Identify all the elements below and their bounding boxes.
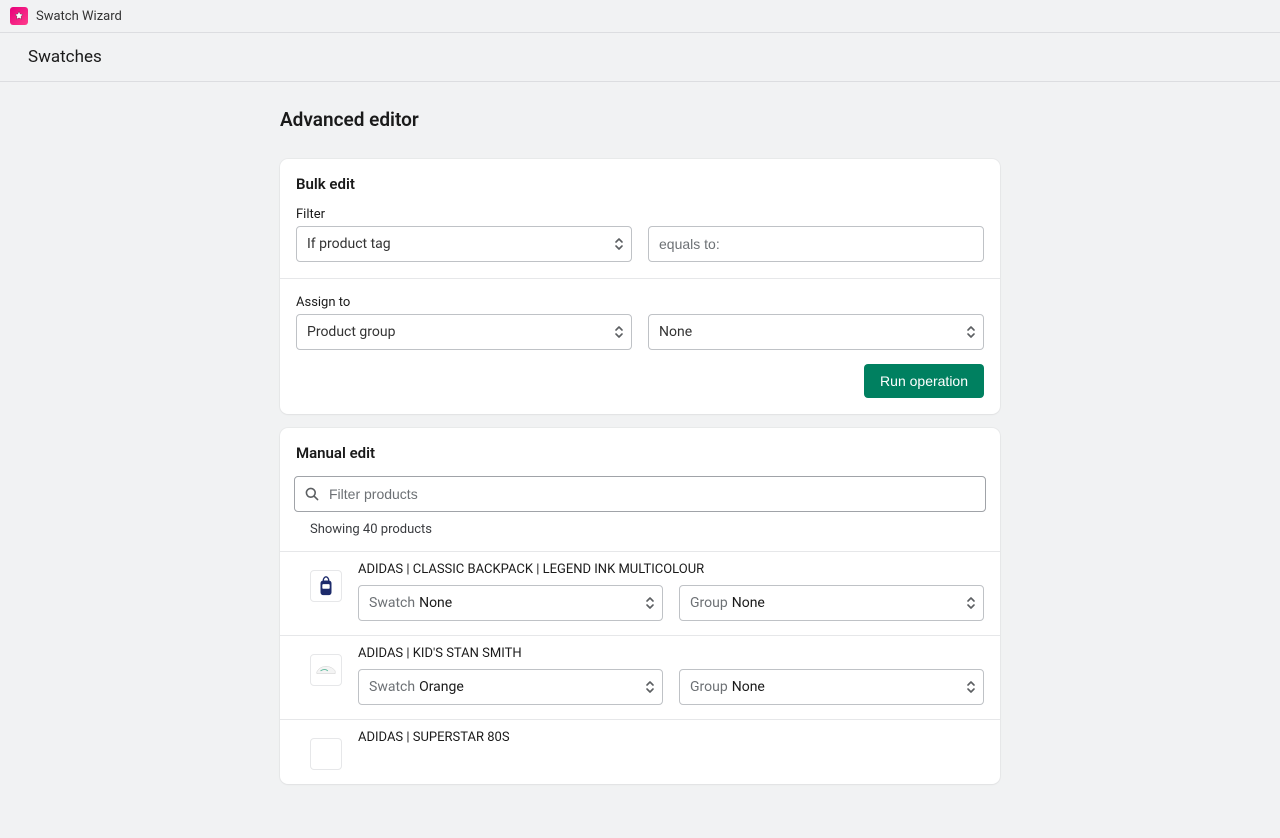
product-thumbnail [310,570,342,602]
product-group-select[interactable]: Group None [679,669,984,705]
manual-edit-title: Manual edit [296,444,984,462]
app-name: Swatch Wizard [36,9,122,24]
group-prefix: Group [690,679,728,695]
bulk-edit-card: Bulk edit Filter If product tag Assign t… [280,159,1000,414]
assign-value-value: None [659,324,692,340]
product-swatch-select[interactable]: Swatch Orange [358,669,663,705]
bulk-edit-title: Bulk edit [296,175,984,193]
product-thumbnail [310,654,342,686]
subbar: Swatches [0,33,1280,82]
product-row: ADIDAS | SUPERSTAR 80S [280,719,1000,784]
assign-type-select[interactable]: Product group [296,314,632,350]
product-thumbnail [310,738,342,770]
group-value: None [732,679,765,695]
group-value: None [732,595,765,611]
swatch-value: Orange [419,679,464,695]
product-row: ADIDAS | CLASSIC BACKPACK | LEGEND INK M… [280,551,1000,635]
search-icon [304,486,320,502]
product-name: ADIDAS | KID'S STAN SMITH [358,646,984,661]
assign-label: Assign to [296,295,984,310]
filter-select[interactable]: If product tag [296,226,632,262]
manual-edit-card: Manual edit Showing 40 products ADIDAS |… [280,428,1000,784]
product-group-select[interactable]: Group None [679,585,984,621]
run-operation-button[interactable]: Run operation [864,364,984,398]
search-input[interactable] [294,476,986,512]
product-row: ADIDAS | KID'S STAN SMITH Swatch Orange … [280,635,1000,719]
group-prefix: Group [690,595,728,611]
assign-type-value: Product group [307,324,395,340]
product-count: Showing 40 products [310,522,1000,537]
app-icon [10,7,28,25]
swatch-prefix: Swatch [369,595,415,611]
swatch-prefix: Swatch [369,679,415,695]
product-name: ADIDAS | SUPERSTAR 80S [358,730,984,745]
page-title: Advanced editor [280,108,1000,131]
assign-value-select[interactable]: None [648,314,984,350]
subbar-title: Swatches [28,47,1252,67]
filter-value-input[interactable] [648,226,984,262]
topbar: Swatch Wizard [0,0,1280,33]
product-swatch-select[interactable]: Swatch None [358,585,663,621]
filter-label: Filter [296,207,984,222]
filter-select-value: If product tag [307,236,391,252]
swatch-value: None [419,595,452,611]
product-name: ADIDAS | CLASSIC BACKPACK | LEGEND INK M… [358,562,984,577]
